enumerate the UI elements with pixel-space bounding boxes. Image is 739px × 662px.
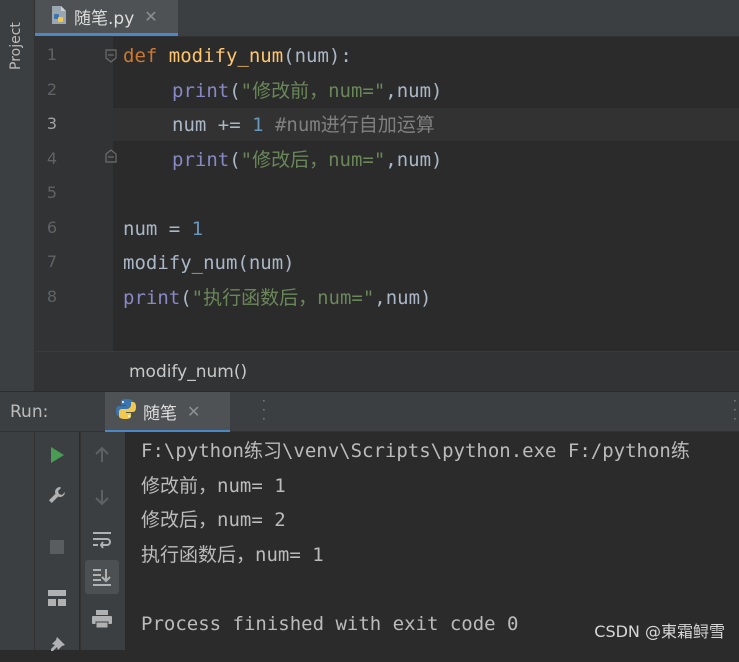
code-text: ,num) (385, 80, 443, 102)
console-line: 修改前，num= 1 (141, 475, 286, 497)
run-icon[interactable] (40, 438, 74, 472)
run-side-strip (0, 432, 35, 650)
code-line: modify_num(num) (123, 246, 295, 280)
close-icon[interactable]: ✕ (187, 402, 200, 421)
line-number: 7 (46, 252, 57, 271)
line-number: 3 (46, 114, 57, 133)
code-line: print("执行函数后，num=",num) (123, 281, 432, 315)
string-literal: "执行函数后，num=" (191, 287, 375, 309)
run-toolbar (35, 432, 79, 651)
builtin-function: print (123, 287, 181, 309)
run-config-tab[interactable]: 随笔 ✕ (105, 392, 230, 433)
line-number: 2 (46, 80, 57, 99)
code-text: (num): (283, 45, 352, 67)
code-line: num = 1 (123, 212, 203, 246)
run-tab-title: 随笔 (143, 403, 177, 424)
fold-end-icon[interactable] (105, 149, 117, 163)
fold-collapse-icon[interactable] (105, 49, 117, 63)
code-text: ( (229, 149, 241, 171)
code-text: num (123, 218, 169, 240)
keyword: def (123, 45, 158, 67)
close-icon[interactable]: ✕ (144, 7, 157, 26)
soft-wrap-icon[interactable] (85, 522, 119, 556)
console-line: F:\python练习\venv\Scripts\python.exe F:/p… (141, 440, 690, 462)
function-name: modify_num (168, 45, 284, 67)
builtin-function: print (172, 149, 230, 171)
python-file-icon (50, 5, 68, 29)
layout-icon[interactable] (40, 581, 74, 615)
line-number: 6 (46, 218, 57, 237)
operator: += (217, 114, 253, 136)
code-text: ,num) (385, 149, 443, 171)
breadcrumb: modify_num() (35, 351, 739, 392)
console-toolbar (80, 432, 125, 650)
watermark: CSDN @東霜鲟雪 (594, 622, 725, 641)
code-text: ( (180, 287, 192, 309)
code-line: print("修改前，num=",num) (123, 74, 443, 108)
run-panel-header: Run: 随笔 ✕ · · · · · · (0, 391, 739, 433)
down-arrow-icon[interactable] (85, 480, 119, 514)
project-tool-strip: Project (0, 0, 35, 392)
code-line: def modify_num(num): (123, 39, 352, 73)
line-number-gutter: 1 2 3 4 5 6 7 8 (35, 37, 117, 351)
run-panel-title: Run: (10, 402, 49, 422)
drag-handle-icon[interactable]: · · · (262, 395, 266, 425)
number-literal: 1 (191, 218, 204, 240)
drag-handle-icon[interactable]: · · · (733, 395, 737, 425)
console-line: Process finished with exit code 0 (141, 613, 519, 635)
code-text: ,num) (374, 287, 432, 309)
breadcrumb-item[interactable]: modify_num() (129, 362, 247, 382)
string-literal: "修改前，num=" (240, 80, 386, 102)
python-icon (115, 398, 137, 424)
project-label: Project (8, 22, 24, 70)
console-line: 修改后，num= 2 (141, 509, 286, 531)
line-number: 5 (46, 183, 57, 202)
scroll-to-end-icon[interactable] (85, 560, 119, 594)
pin-icon[interactable] (40, 628, 74, 662)
line-number: 4 (46, 149, 57, 168)
operator: = (168, 218, 192, 240)
number-literal: 1 (252, 114, 264, 136)
print-icon[interactable] (85, 602, 119, 636)
console-line: 执行函数后，num= 1 (141, 544, 324, 566)
wrench-icon[interactable] (40, 478, 74, 512)
builtin-function: print (172, 80, 230, 102)
stop-icon[interactable] (40, 530, 74, 564)
file-tab[interactable]: 随笔.py ✕ (35, 0, 178, 36)
code-text: modify_num(num) (123, 252, 295, 274)
line-number: 1 (46, 45, 57, 64)
code-line: num += 1 #num进行自加运算 (123, 108, 435, 142)
string-literal: "修改后，num=" (240, 149, 386, 171)
line-number: 8 (46, 287, 57, 306)
tab-title: 随笔.py (74, 9, 135, 29)
code-line: print("修改后，num=",num) (123, 143, 443, 177)
project-tool-button[interactable]: Project (8, 22, 24, 70)
editor-tab-bar: 随笔.py ✕ (35, 0, 739, 37)
code-text: ( (229, 80, 241, 102)
up-arrow-icon[interactable] (85, 438, 119, 472)
code-text: num (172, 114, 218, 136)
code-editor[interactable]: 1 2 3 4 5 6 7 8 def modify_num(num): pri… (35, 37, 739, 351)
comment: #num进行自加运算 (263, 114, 435, 136)
